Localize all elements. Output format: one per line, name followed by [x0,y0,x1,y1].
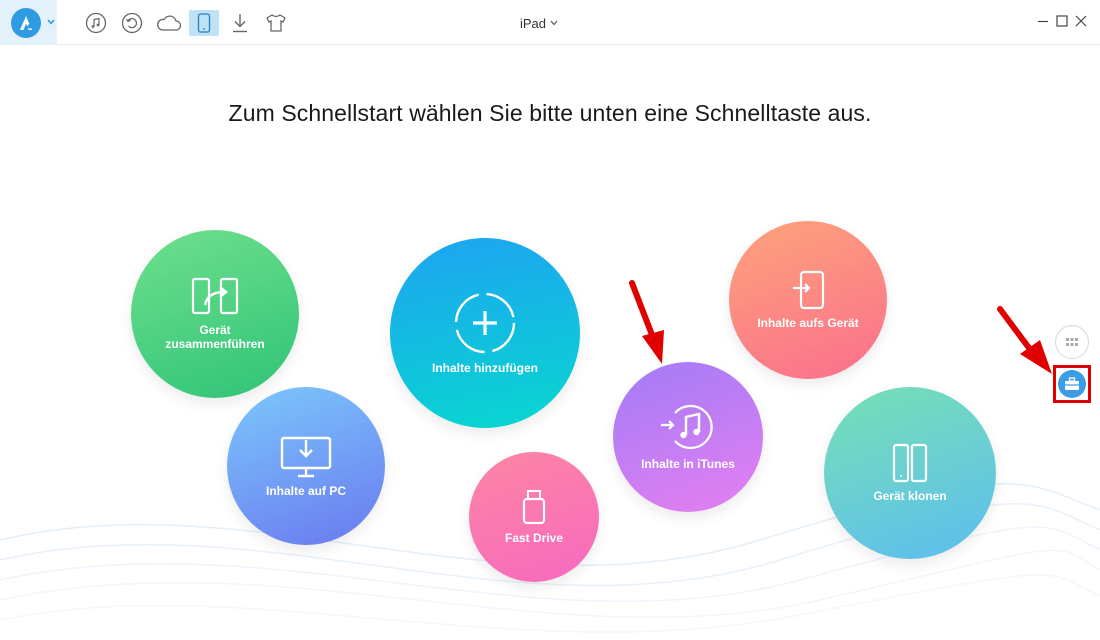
app-menu-area[interactable] [0,0,57,45]
minimize-icon[interactable] [1036,14,1050,28]
itunes-icon [661,404,713,450]
grid-icon [1066,338,1078,346]
add-icon [454,292,516,354]
download-icon[interactable] [227,10,253,36]
annotation-arrow-toolbox [997,306,1052,374]
content-to-device-label: Inhalte aufs Gerät [757,316,859,330]
restore-icon[interactable] [119,10,145,36]
device-icon[interactable] [189,10,219,36]
merge-device-label: Gerät zusammenführen [165,323,265,351]
merge-device-button[interactable]: Gerät zusammenführen [131,230,299,398]
content-to-itunes-label: Inhalte in iTunes [641,457,735,471]
maximize-icon[interactable] [1055,14,1069,28]
content-to-pc-label: Inhalte auf PC [265,484,346,498]
clone-icon [892,443,928,483]
content-to-itunes-button[interactable]: Inhalte in iTunes [613,362,763,512]
page-title: Zum Schnellstart wählen Sie bitte unten … [228,100,872,126]
fast-drive-label: Fast Drive [504,531,564,545]
annotation-arrow-itunes [629,280,664,364]
content-to-pc-button[interactable]: Inhalte auf PC [227,387,385,545]
fast-drive-button[interactable]: Fast Drive [469,452,599,582]
add-content-label: Inhalte hinzufügen [432,361,538,375]
music-icon[interactable] [83,10,109,36]
device-name: iPad [520,15,547,31]
cloud-icon[interactable] [155,10,183,36]
clone-device-label: Gerät klonen [873,489,947,503]
clone-device-button[interactable]: Gerät klonen [824,387,996,559]
toolbox-highlight-box [1053,365,1091,403]
tshirt-icon[interactable] [263,10,289,36]
device-selector[interactable]: iPad [520,14,580,32]
chevron-down-icon[interactable] [47,19,55,25]
content-to-device-button[interactable]: Inhalte aufs Gerät [729,221,887,379]
usb-drive-icon [522,490,546,525]
close-icon[interactable] [1074,14,1088,28]
import-to-device-icon [793,270,825,310]
add-content-button[interactable]: Inhalte hinzufügen [390,238,580,428]
merge-icon [191,277,239,315]
computer-icon [280,436,332,478]
chevron-down-icon [550,20,558,26]
grid-view-button[interactable] [1055,325,1089,359]
app-logo[interactable] [11,8,41,38]
title-bar: iPad [0,0,1100,45]
